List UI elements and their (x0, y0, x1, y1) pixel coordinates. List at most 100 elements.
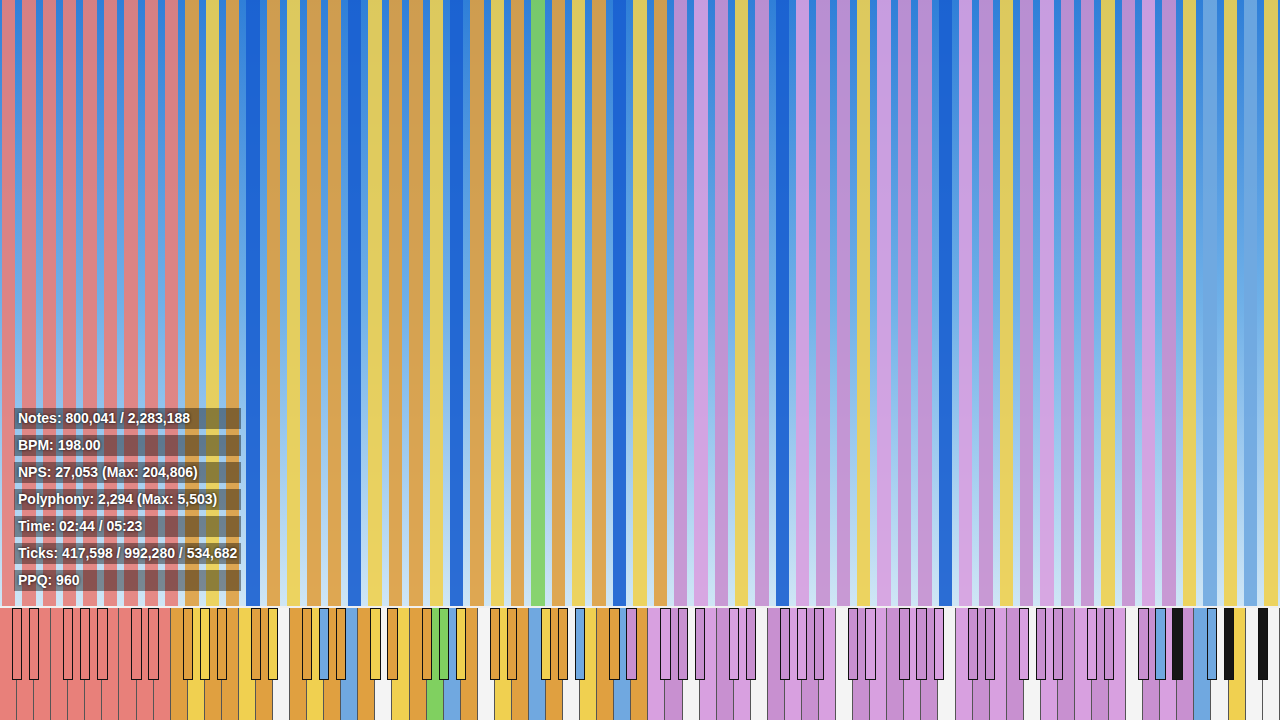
black-key[interactable] (1053, 608, 1063, 680)
black-key[interactable] (695, 608, 705, 680)
black-key[interactable] (29, 608, 39, 680)
black-key[interactable] (541, 608, 551, 680)
black-key[interactable] (490, 608, 500, 680)
note-column (735, 0, 748, 606)
black-key[interactable] (780, 608, 790, 680)
black-key[interactable] (865, 608, 875, 680)
note-column (389, 0, 402, 606)
black-key[interactable] (848, 608, 858, 680)
black-key[interactable] (1036, 608, 1046, 680)
black-key[interactable] (251, 608, 261, 680)
note-column (348, 0, 361, 606)
note-column (898, 0, 911, 606)
black-key[interactable] (97, 608, 107, 680)
note-column (572, 0, 585, 606)
note-column (450, 0, 463, 606)
black-key[interactable] (729, 608, 739, 680)
note-column (939, 0, 952, 606)
note-column (552, 0, 565, 606)
black-key[interactable] (1258, 608, 1268, 680)
black-key[interactable] (678, 608, 688, 680)
black-key[interactable] (302, 608, 312, 680)
black-key[interactable] (63, 608, 73, 680)
black-key[interactable] (1207, 608, 1217, 680)
stat-line: Time: 02:44 / 05:23 (14, 516, 241, 537)
note-column (613, 0, 626, 606)
note-column (694, 0, 707, 606)
black-key[interactable] (12, 608, 22, 680)
stat-line: Polyphony: 2,294 (Max: 5,503) (14, 489, 241, 510)
note-column (816, 0, 829, 606)
black-key[interactable] (1172, 608, 1182, 680)
note-column (755, 0, 768, 606)
black-key[interactable] (968, 608, 978, 680)
black-key[interactable] (1138, 608, 1148, 680)
black-key[interactable] (1087, 608, 1097, 680)
note-column (1081, 0, 1094, 606)
black-key[interactable] (148, 608, 158, 680)
note-column (368, 0, 381, 606)
note-column (1061, 0, 1074, 606)
black-key[interactable] (814, 608, 824, 680)
black-key[interactable] (746, 608, 756, 680)
note-column (511, 0, 524, 606)
note-column (328, 0, 341, 606)
black-key[interactable] (1104, 608, 1114, 680)
black-key[interactable] (934, 608, 944, 680)
note-column (715, 0, 728, 606)
note-column (979, 0, 992, 606)
note-column (1183, 0, 1196, 606)
black-key[interactable] (660, 608, 670, 680)
note-column (1020, 0, 1033, 606)
black-key[interactable] (1224, 608, 1234, 680)
black-key[interactable] (456, 608, 466, 680)
black-key[interactable] (609, 608, 619, 680)
black-key[interactable] (985, 608, 995, 680)
note-column (1122, 0, 1135, 606)
black-key[interactable] (575, 608, 585, 680)
black-key[interactable] (1155, 608, 1165, 680)
black-key[interactable] (387, 608, 397, 680)
black-key[interactable] (422, 608, 432, 680)
note-column (267, 0, 280, 606)
note-column (430, 0, 443, 606)
note-column (1040, 0, 1053, 606)
note-column (857, 0, 870, 606)
black-key[interactable] (439, 608, 449, 680)
note-column (1264, 0, 1277, 606)
black-key[interactable] (916, 608, 926, 680)
black-key[interactable] (200, 608, 210, 680)
black-key[interactable] (183, 608, 193, 680)
stat-line: NPS: 27,053 (Max: 204,806) (14, 462, 241, 483)
black-key[interactable] (370, 608, 380, 680)
midi-visualizer: Notes: 800,041 / 2,283,188BPM: 198.00NPS… (0, 0, 1280, 720)
black-key[interactable] (319, 608, 329, 680)
note-column (837, 0, 850, 606)
black-key[interactable] (507, 608, 517, 680)
black-key[interactable] (558, 608, 568, 680)
note-column (1142, 0, 1155, 606)
black-key[interactable] (80, 608, 90, 680)
black-key[interactable] (626, 608, 636, 680)
note-column (796, 0, 809, 606)
black-key[interactable] (797, 608, 807, 680)
black-key[interactable] (217, 608, 227, 680)
note-column (918, 0, 931, 606)
black-key[interactable] (899, 608, 909, 680)
black-key[interactable] (336, 608, 346, 680)
note-column (1162, 0, 1175, 606)
note-column (470, 0, 483, 606)
note-column (674, 0, 687, 606)
note-column (877, 0, 890, 606)
note-column (409, 0, 422, 606)
black-key[interactable] (268, 608, 278, 680)
note-column (246, 0, 259, 606)
black-key[interactable] (1019, 608, 1029, 680)
stat-line: Ticks: 417,598 / 992,280 / 534,682 (14, 543, 241, 564)
note-column (531, 0, 544, 606)
note-column (1203, 0, 1216, 606)
black-key[interactable] (131, 608, 141, 680)
stat-line: Notes: 800,041 / 2,283,188 (14, 408, 241, 429)
note-column (592, 0, 605, 606)
note-column (1000, 0, 1013, 606)
